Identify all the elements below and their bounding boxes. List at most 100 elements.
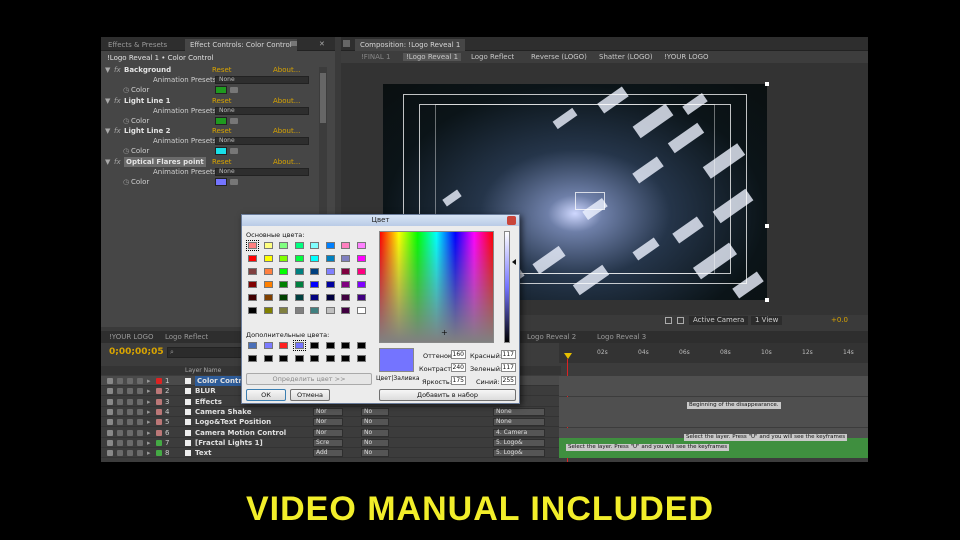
track-matte-select[interactable]: No [361,418,389,427]
lock-icon[interactable] [137,378,143,384]
parent-select[interactable]: None [493,418,545,427]
basic-color-swatch[interactable] [325,242,335,249]
blend-mode-select[interactable]: Scre [313,438,343,447]
expand-triangle-icon[interactable]: ▸ [147,386,151,396]
basic-color-swatch[interactable] [279,294,288,301]
expand-triangle-icon[interactable]: ▸ [147,417,151,427]
expand-triangle-icon[interactable]: ▼ [105,157,110,167]
solo-icon[interactable] [127,419,133,426]
layer-name[interactable]: BLUR [195,386,216,396]
effect-header[interactable]: ▼ fx Light Line 1 Reset About... [101,96,335,106]
current-time-display[interactable]: 0;00;00;05 [109,347,164,357]
blend-mode-select[interactable]: Nor [313,407,343,416]
solo-icon[interactable] [127,408,133,415]
basic-color-swatch[interactable] [294,281,304,288]
label-color-icon[interactable] [156,419,162,426]
custom-color-swatch[interactable] [292,340,306,351]
lock-icon[interactable] [137,388,143,395]
label-color-icon[interactable] [156,429,162,436]
custom-color-swatch[interactable] [248,355,257,362]
custom-color-swatch[interactable] [294,355,304,362]
add-to-custom-colors-button[interactable]: Добавить в набор [379,389,516,401]
solo-icon[interactable] [127,388,133,395]
blue-field[interactable]: 255 [501,376,516,385]
track-matte-select[interactable]: No [361,438,389,447]
label-color-icon[interactable] [156,388,162,395]
basic-color-swatch[interactable] [248,307,257,314]
basic-color-swatch[interactable] [341,255,350,262]
about-link[interactable]: About... [273,157,300,167]
eyedropper-icon[interactable] [230,87,238,93]
basic-color-swatch[interactable] [279,268,288,275]
label-color-icon[interactable] [156,439,162,446]
basic-color-swatch[interactable] [341,281,350,288]
tab-composition[interactable]: Composition: !Logo Reveal 1 [355,39,466,51]
fx-icon[interactable]: fx [114,65,121,75]
basic-color-swatch[interactable] [279,281,288,288]
layer-duration-bar[interactable] [559,417,868,428]
layer-row[interactable]: ▸ 8 Text Add No 5. Logo& [101,448,868,459]
eye-icon[interactable] [107,450,113,457]
basic-color-swatch[interactable] [294,294,304,301]
animation-presets-dropdown[interactable]: None [215,106,309,115]
subtab-your-logo[interactable]: !YOUR LOGO [664,53,709,61]
close-icon[interactable] [507,216,516,225]
basic-color-swatch[interactable] [310,268,319,275]
basic-color-swatch[interactable] [263,242,273,249]
basic-color-swatch[interactable] [341,268,350,275]
layer-name[interactable]: Text [195,448,211,458]
audio-icon[interactable] [117,429,123,436]
reset-link[interactable]: Reset [212,65,232,75]
stopwatch-icon[interactable]: ◷ [123,85,129,95]
define-custom-color-button[interactable]: Определить цвет >> [246,373,372,385]
basic-color-swatch[interactable] [341,307,350,314]
basic-color-swatch[interactable] [325,268,335,275]
parent-select[interactable]: 5. Logo& [493,438,545,447]
lock-icon[interactable] [137,439,143,446]
about-link[interactable]: About... [273,96,300,106]
tab-logo-reveal-2[interactable]: Logo Reveal 2 [521,332,582,343]
expand-triangle-icon[interactable]: ▼ [105,126,110,136]
track-matte-select[interactable]: No [361,428,389,437]
layer-anchor-box[interactable] [575,192,605,210]
lock-icon[interactable] [137,450,143,457]
expand-triangle-icon[interactable]: ▸ [147,448,151,458]
lock-icon[interactable] [137,408,143,415]
custom-color-swatch[interactable] [325,355,335,362]
region-icon[interactable] [677,317,684,324]
parent-select[interactable]: None [493,407,545,416]
basic-color-swatch[interactable] [279,255,288,262]
layer-name[interactable]: Effects [195,397,222,407]
parent-select[interactable]: 5. Logo& [493,449,545,458]
spectrum-crosshair-icon[interactable]: + [441,328,448,337]
audio-icon[interactable] [117,398,123,405]
custom-color-swatch[interactable] [310,355,319,362]
basic-color-swatch[interactable] [263,255,273,262]
eyedropper-icon[interactable] [230,148,238,154]
basic-color-swatch[interactable] [248,268,257,275]
tab-menu-icon[interactable] [291,41,297,46]
eye-icon[interactable] [107,419,113,426]
expand-triangle-icon[interactable]: ▸ [147,438,151,448]
fx-icon[interactable]: fx [114,157,121,167]
green-field[interactable]: 117 [501,363,516,372]
eye-icon[interactable] [107,398,113,405]
eyedropper-icon[interactable] [230,178,238,185]
basic-color-swatch[interactable] [248,255,257,262]
track-matte-select[interactable]: No [361,449,389,458]
audio-icon[interactable] [117,439,123,446]
solo-icon[interactable] [127,398,133,405]
basic-color-swatch[interactable] [325,307,335,314]
basic-color-swatch[interactable] [294,242,304,249]
track-matte-select[interactable]: No [361,407,389,416]
lock-icon[interactable] [137,398,143,405]
subtab-reverse-logo[interactable]: Reverse (LOGO) [531,53,587,61]
animation-presets-dropdown[interactable]: None [215,137,309,145]
audio-icon[interactable] [117,450,123,457]
custom-color-swatch[interactable] [263,355,273,362]
label-color-icon[interactable] [156,378,162,384]
basic-color-swatch[interactable] [294,268,304,275]
layer-name[interactable]: Camera Shake [195,407,251,417]
basic-color-swatch[interactable] [248,294,257,301]
basic-color-swatch[interactable] [310,242,319,249]
